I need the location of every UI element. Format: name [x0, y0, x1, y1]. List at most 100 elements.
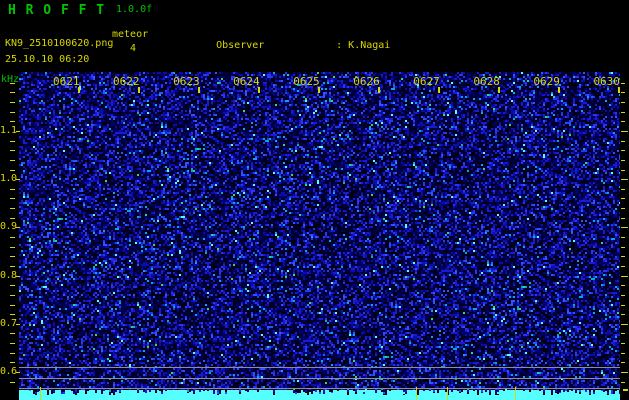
freq-major-tick-right — [621, 179, 628, 181]
freq-minor-tick-left — [10, 188, 15, 190]
freq-minor-tick-left — [10, 198, 15, 200]
freq-minor-tick-left — [10, 92, 15, 94]
time-label: 0623 — [173, 75, 200, 88]
freq-minor-tick-right — [621, 198, 625, 200]
spectrogram-canvas — [19, 72, 620, 400]
freq-minor-tick-right — [621, 256, 625, 258]
freq-minor-tick-right — [621, 82, 625, 84]
freq-major-tick-right — [621, 372, 628, 373]
freq-minor-tick-left — [10, 362, 15, 364]
freq-minor-tick-left — [10, 150, 15, 152]
freq-minor-tick-right — [621, 102, 625, 104]
freq-major-tick-right — [621, 275, 628, 277]
freq-minor-tick-right — [621, 343, 625, 345]
threshold-line — [19, 378, 620, 379]
freq-major-tick-left — [16, 179, 20, 181]
freq-minor-tick-left — [10, 82, 15, 84]
app-version: 1.0.0f — [116, 4, 153, 15]
freq-minor-tick-left — [10, 111, 15, 113]
freq-major-tick-left — [16, 372, 20, 373]
freq-minor-tick-left — [10, 294, 15, 296]
threshold-line — [19, 367, 620, 368]
freq-tick-label: 0.9 — [0, 221, 17, 233]
freq-minor-tick-left — [10, 333, 15, 335]
time-tick — [258, 87, 261, 93]
info-separator: : — [336, 40, 349, 51]
freq-tick-label: 1.0 — [0, 173, 17, 185]
time-label: 0621 — [53, 75, 80, 88]
observation-datetime: 25.10.10 06:20 — [5, 54, 90, 65]
freq-tick-label: 0.7 — [0, 317, 17, 329]
freq-minor-tick-right — [621, 352, 625, 354]
time-tick — [138, 87, 141, 93]
time-label: 0630 — [593, 75, 620, 88]
time-tick — [498, 87, 501, 93]
freq-minor-tick-left — [10, 121, 15, 123]
freq-major-tick-right — [621, 227, 628, 229]
freq-minor-tick-left — [10, 102, 15, 104]
time-label: 0628 — [473, 75, 500, 88]
time-label: 0624 — [233, 75, 260, 88]
freq-minor-tick-right — [621, 246, 625, 248]
freq-major-tick-right — [621, 131, 628, 132]
freq-minor-tick-right — [621, 121, 625, 123]
freq-minor-tick-right — [621, 285, 625, 287]
meteor-echo-mark — [447, 387, 448, 400]
time-label: 0625 — [293, 75, 320, 88]
threshold-line — [19, 388, 620, 389]
time-label: 0622 — [113, 75, 140, 88]
time-tick — [78, 87, 80, 93]
time-tick — [558, 87, 561, 93]
freq-minor-tick-left — [10, 304, 15, 306]
freq-minor-tick-left — [10, 256, 15, 258]
freq-minor-tick-right — [621, 265, 625, 267]
freq-major-tick-left — [16, 275, 20, 277]
freq-minor-tick-right — [621, 381, 625, 383]
time-tick — [198, 87, 201, 93]
meteor-counter-label: meteor — [112, 29, 149, 40]
freq-minor-tick-right — [621, 314, 625, 316]
info-value: K.Nagai — [348, 40, 391, 51]
freq-tick-label: 0.8 — [0, 269, 17, 281]
time-tick — [378, 87, 381, 93]
freq-minor-tick-right — [621, 111, 625, 113]
hrofft-window: H R O F F T 1.0.0f KN9_2510100620.png me… — [0, 0, 629, 400]
freq-minor-tick-right — [621, 208, 625, 210]
freq-major-tick-left — [16, 323, 20, 325]
app-title: H R O F F T — [8, 3, 106, 18]
time-tick — [318, 87, 321, 93]
freq-minor-tick-left — [10, 169, 15, 171]
freq-major-tick-right — [621, 323, 628, 325]
bottom-right-tick — [623, 389, 628, 391]
freq-minor-tick-left — [10, 285, 15, 287]
time-tick — [438, 87, 441, 93]
freq-minor-tick-right — [621, 169, 625, 171]
freq-minor-tick-right — [621, 92, 625, 94]
time-label: 0629 — [533, 75, 560, 88]
freq-minor-tick-right — [621, 237, 625, 239]
freq-tick-label: 1.1 — [0, 125, 17, 136]
freq-minor-tick-right — [621, 304, 625, 306]
info-label: Observer — [216, 40, 265, 51]
freq-minor-tick-right — [621, 217, 625, 219]
freq-minor-tick-right — [621, 140, 625, 142]
freq-minor-tick-right — [621, 188, 625, 190]
freq-minor-tick-left — [10, 352, 15, 354]
meteor-counter-value: 4 — [130, 43, 137, 54]
freq-minor-tick-left — [10, 159, 15, 161]
freq-minor-tick-left — [10, 246, 15, 248]
output-filename: KN9_2510100620.png — [5, 38, 114, 49]
meteor-echo-mark — [515, 387, 516, 400]
time-label: 0626 — [353, 75, 380, 88]
meteor-echo-mark — [40, 387, 41, 400]
freq-minor-tick-right — [621, 294, 625, 296]
freq-minor-tick-left — [10, 343, 15, 345]
freq-minor-tick-left — [10, 381, 15, 383]
freq-minor-tick-left — [10, 237, 15, 239]
freq-minor-tick-left — [10, 217, 15, 219]
freq-major-tick-left — [16, 131, 20, 132]
freq-minor-tick-left — [10, 140, 15, 142]
freq-minor-tick-left — [10, 265, 15, 267]
time-label: 0627 — [413, 75, 440, 88]
freq-major-tick-left — [16, 227, 20, 229]
